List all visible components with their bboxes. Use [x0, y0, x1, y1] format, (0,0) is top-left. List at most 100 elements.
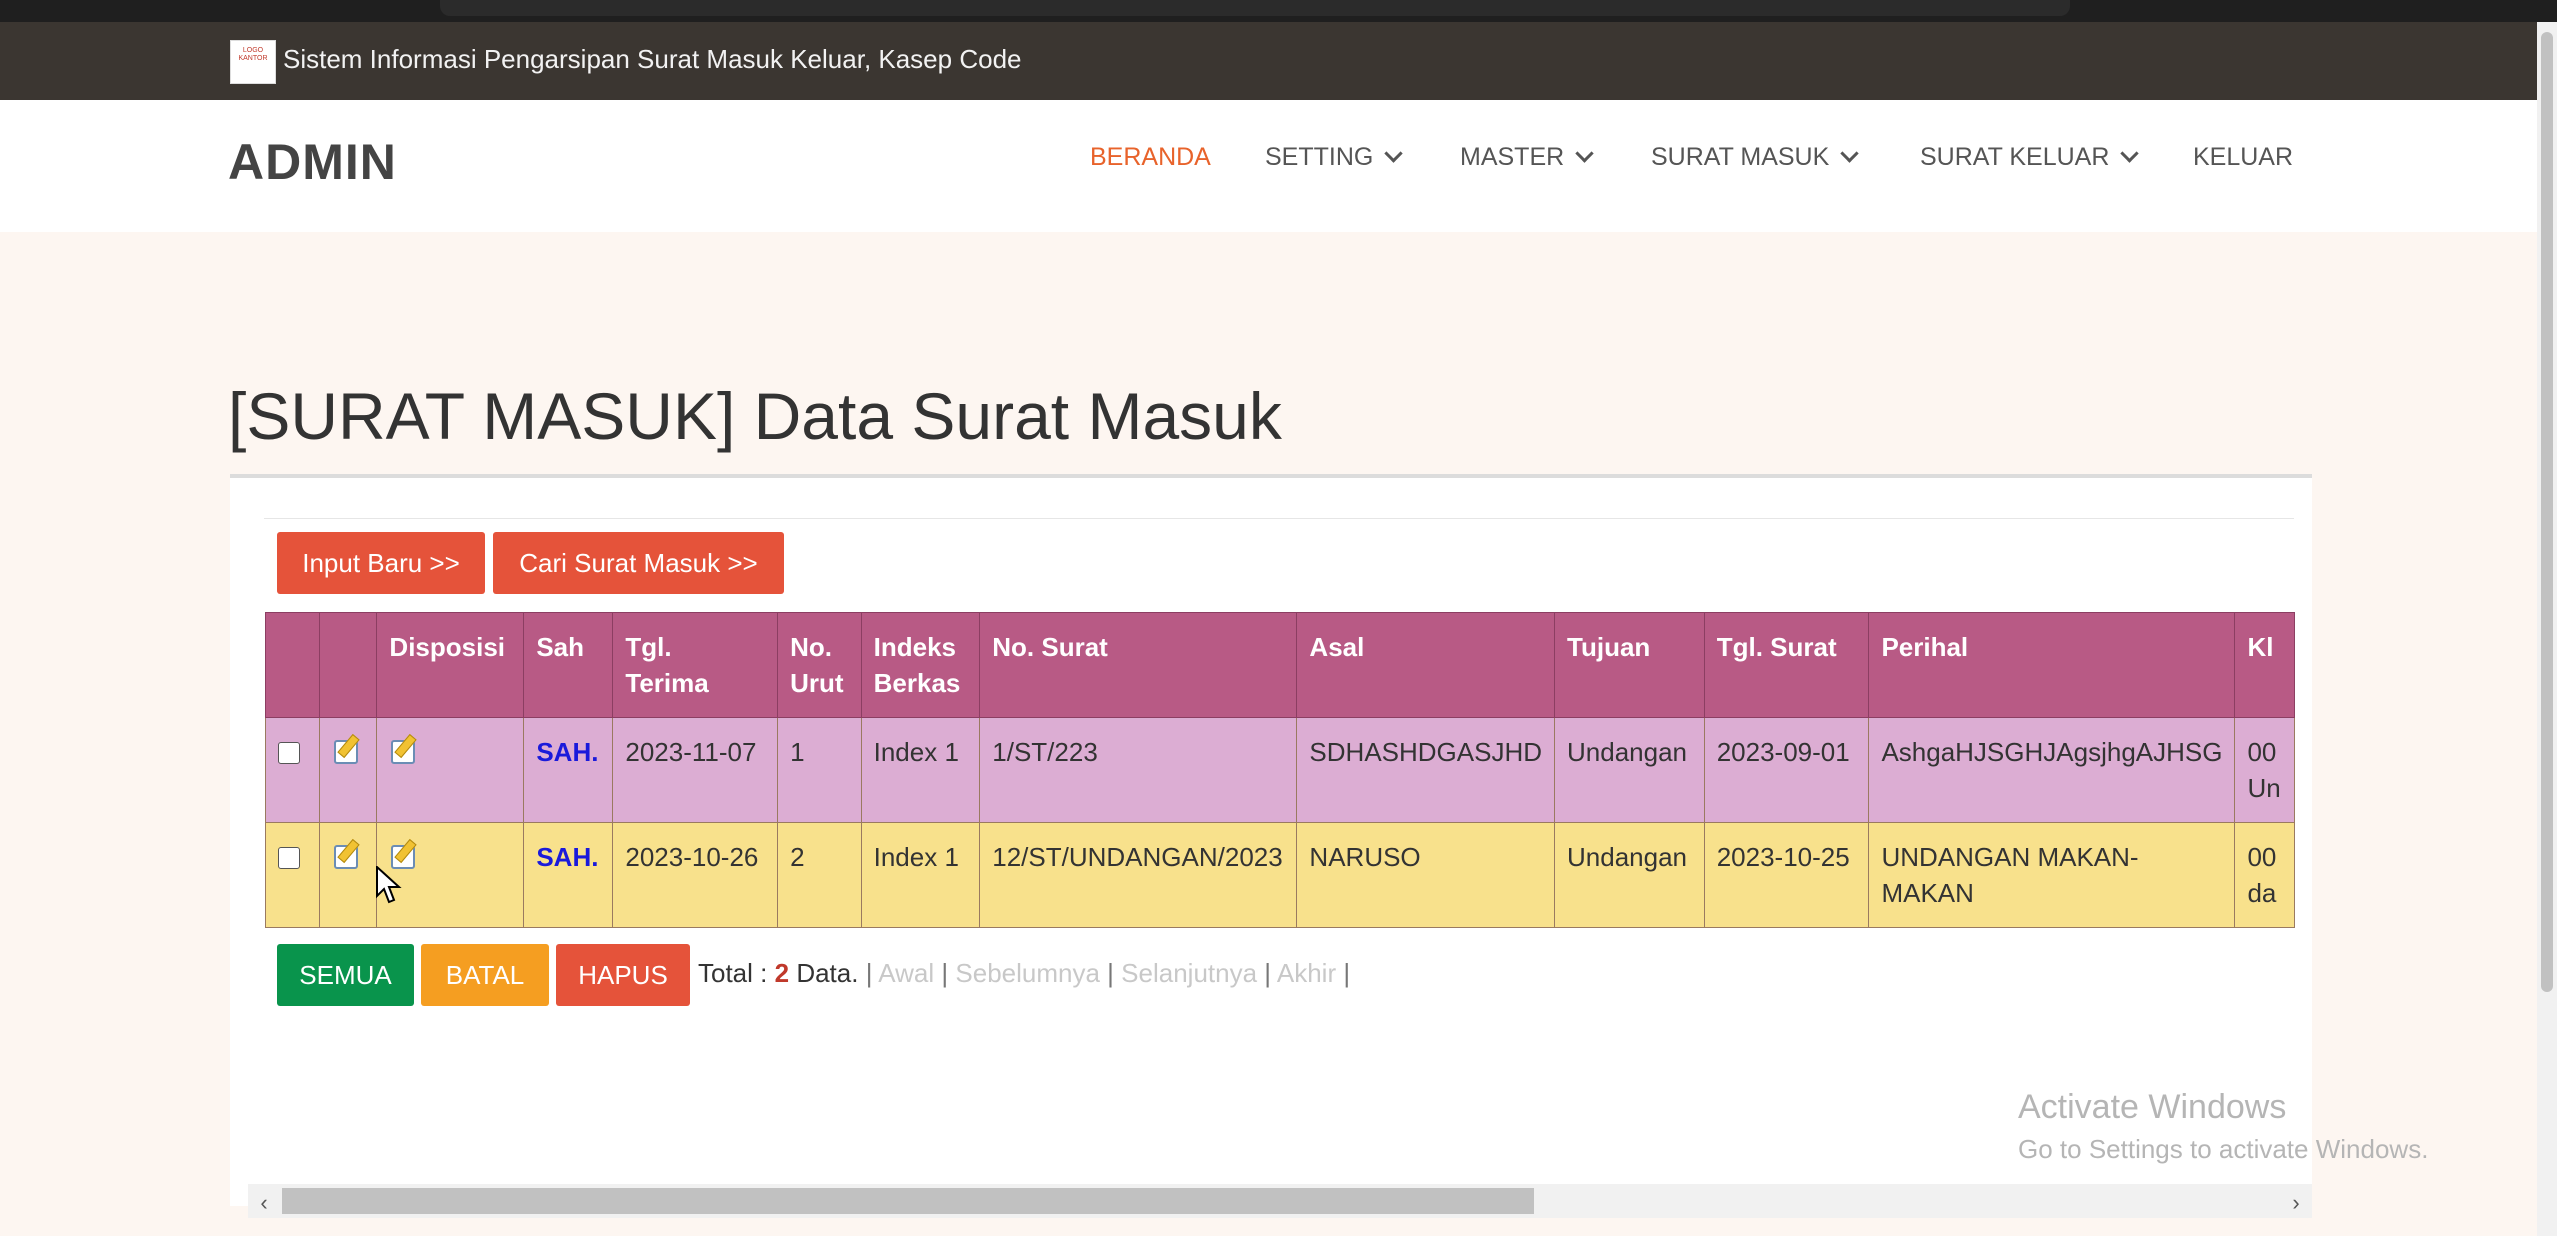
nav-surat-masuk[interactable]: SURAT MASUK [1651, 143, 1859, 172]
chevron-down-icon [1384, 144, 1404, 163]
nav-label: KELUAR [2193, 143, 2294, 171]
indeks-cell: Index 1 [860, 822, 981, 928]
chevron-down-icon [1840, 144, 1859, 163]
sah-cell: SAH. [523, 822, 614, 928]
tgl-terima-cell: 2023-11-07 [612, 717, 779, 823]
system-title: Sistem Informasi Pengarsipan Surat Masuk… [283, 44, 1022, 74]
edit-icon[interactable] [332, 733, 360, 764]
address-bar[interactable] [440, 0, 2070, 16]
kl-cell: 00 Un [2234, 717, 2295, 823]
row-select-cell [265, 717, 320, 823]
chevron-down-icon [1575, 144, 1594, 163]
table-header-row: Disposisi Sah Tgl. Terima No. Urut Indek… [265, 612, 2295, 718]
nav-surat-keluar[interactable]: SURAT KELUAR [1920, 143, 2140, 172]
nav-label: SURAT MASUK [1651, 143, 1830, 171]
input-baru-button[interactable]: Input Baru >> [277, 532, 485, 594]
nav-master[interactable]: MASTER [1460, 143, 1594, 172]
pager-sebelumnya-link[interactable]: Sebelumnya [955, 958, 1100, 988]
col-tgl-surat: Tgl. Surat [1703, 612, 1870, 718]
col-kl: Kl [2234, 612, 2295, 718]
tgl-terima-cell: 2023-10-26 [612, 822, 779, 928]
col-select [265, 612, 320, 718]
no-surat-cell: 1/ST/223 [979, 717, 1298, 823]
col-disposisi: Disposisi [376, 612, 525, 718]
scroll-left-icon[interactable]: ‹ [252, 1190, 276, 1216]
edit-cell [318, 717, 378, 823]
col-sah: Sah [523, 612, 614, 718]
scrollbar-thumb[interactable] [2541, 32, 2553, 992]
chevron-down-icon [2120, 144, 2140, 163]
pager: Total : 2 Data. | Awal | Sebelumnya | Se… [698, 958, 1350, 989]
col-asal: Asal [1296, 612, 1556, 718]
scroll-right-icon[interactable]: › [2284, 1190, 2308, 1216]
perihal-cell: AshgaHJSGHJAgsjhgAJHSG [1868, 717, 2236, 823]
pager-akhir-link[interactable]: Akhir [1277, 958, 1336, 988]
table-row: SAH. 2023-10-26 2 Index 1 12/ST/UNDANGAN… [265, 822, 2295, 928]
kl-cell: 00 da [2234, 822, 2295, 928]
nav-label: BERANDA [1090, 143, 1211, 171]
browser-chrome [0, 0, 2557, 22]
tujuan-cell: Undangan [1554, 822, 1705, 928]
sah-link[interactable]: SAH. [536, 737, 598, 767]
nav-label: MASTER [1460, 143, 1565, 171]
semua-button[interactable]: SEMUA [277, 944, 414, 1006]
tujuan-cell: Undangan [1554, 717, 1705, 823]
indeks-cell: Index 1 [860, 717, 981, 823]
col-tujuan: Tujuan [1554, 612, 1705, 718]
no-urut-cell: 2 [777, 822, 862, 928]
surat-masuk-table: Disposisi Sah Tgl. Terima No. Urut Indek… [265, 612, 2295, 928]
row-checkbox[interactable] [278, 847, 300, 869]
horizontal-scrollbar[interactable]: ‹ › [248, 1184, 2312, 1218]
row-checkbox[interactable] [278, 742, 300, 764]
col-perihal: Perihal [1868, 612, 2236, 718]
vertical-scrollbar[interactable] [2537, 22, 2557, 1236]
pager-separator: | [1264, 958, 1272, 988]
total-count: 2 [774, 958, 790, 988]
activate-windows-title: Activate Windows [2018, 1088, 2287, 1126]
pager-separator: | [941, 958, 949, 988]
pager-separator: | [1343, 958, 1351, 988]
disposisi-icon[interactable] [389, 838, 418, 869]
nav-keluar[interactable]: KELUAR [2193, 143, 2293, 172]
asal-cell: SDHASHDGASJHD [1296, 717, 1556, 823]
col-no-surat: No. Surat [979, 612, 1298, 718]
pager-selanjutnya-link[interactable]: Selanjutnya [1121, 958, 1257, 988]
batal-button[interactable]: BATAL [421, 944, 549, 1006]
nav-beranda[interactable]: BERANDA [1090, 143, 1211, 172]
data-table-scroll[interactable]: Disposisi Sah Tgl. Terima No. Urut Indek… [265, 612, 2295, 928]
row-select-cell [265, 822, 320, 928]
office-logo: LOGO KANTOR [230, 40, 276, 84]
col-no-urut: No. Urut [777, 612, 862, 718]
divider [264, 518, 2294, 519]
activate-windows-subtitle: Go to Settings to activate Windows. [2018, 1134, 2429, 1164]
cari-surat-masuk-button[interactable]: Cari Surat Masuk >> [493, 532, 784, 594]
disposisi-cell [376, 717, 525, 823]
col-edit [318, 612, 378, 718]
pager-awal-link[interactable]: Awal [878, 958, 934, 988]
sah-cell: SAH. [523, 717, 614, 823]
disposisi-icon[interactable] [389, 733, 418, 764]
total-label: Total : [698, 958, 768, 988]
pager-separator: | [865, 958, 873, 988]
no-surat-cell: 12/ST/UNDANGAN/2023 [979, 822, 1298, 928]
table-row: SAH. 2023-11-07 1 Index 1 1/ST/223 SDHAS… [265, 717, 2295, 823]
page-title: [SURAT MASUK] Data Surat Masuk [228, 379, 1282, 453]
sah-link[interactable]: SAH. [536, 842, 598, 872]
edit-icon[interactable] [332, 838, 360, 869]
perihal-cell: UNDANGAN MAKAN- MAKAN [1868, 822, 2236, 928]
scrollbar-thumb[interactable] [282, 1188, 1534, 1214]
edit-cell [318, 822, 378, 928]
tgl-surat-cell: 2023-10-25 [1703, 822, 1870, 928]
col-indeks-berkas: Indeks Berkas [860, 612, 981, 718]
pager-separator: | [1107, 958, 1114, 988]
brand-admin: ADMIN [228, 134, 397, 190]
no-urut-cell: 1 [777, 717, 862, 823]
data-label: Data. [796, 958, 859, 988]
nav-label: SETTING [1265, 143, 1374, 171]
asal-cell: NARUSO [1296, 822, 1556, 928]
nav-label: SURAT KELUAR [1920, 143, 2110, 171]
tgl-surat-cell: 2023-09-01 [1703, 717, 1870, 823]
col-tgl-terima: Tgl. Terima [612, 612, 779, 718]
nav-setting[interactable]: SETTING [1265, 143, 1404, 172]
hapus-button[interactable]: HAPUS [556, 944, 690, 1006]
